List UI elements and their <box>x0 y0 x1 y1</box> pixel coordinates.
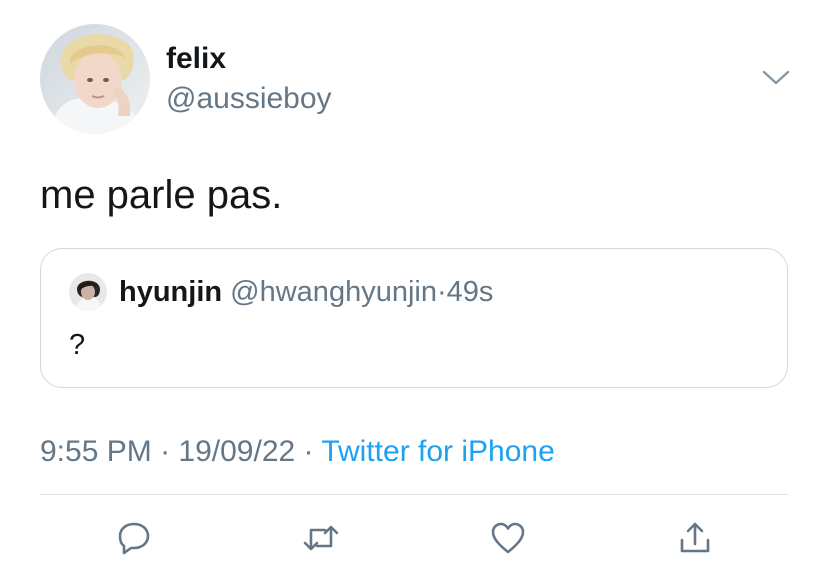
quoted-display-name: hyunjin <box>119 276 223 308</box>
tweet-time: 9:55 PM <box>40 435 152 468</box>
meta-separator-2: · <box>303 435 314 468</box>
quoted-tweet-text: ? <box>69 329 86 361</box>
tweet-date: 19/09/22 <box>178 435 296 468</box>
reply-button[interactable] <box>112 518 156 562</box>
quoted-separator: · <box>436 276 447 308</box>
share-button[interactable] <box>673 518 717 562</box>
chevron-down-icon[interactable] <box>756 62 796 92</box>
tweet-text: me parle pas. <box>40 173 283 217</box>
tweet-meta: 9:55 PM · 19/09/22 · Twitter for iPhone <box>40 433 555 471</box>
author-handle[interactable]: @aussieboy <box>166 80 332 118</box>
quoted-timestamp: 49s <box>446 276 494 308</box>
meta-separator: · <box>160 435 171 468</box>
quoted-header: hyunjin @hwanghyunjin·49s <box>119 274 493 310</box>
tweet-source-link[interactable]: Twitter for iPhone <box>321 435 554 468</box>
quoted-author-avatar <box>69 273 107 311</box>
divider <box>40 494 788 495</box>
author-display-name[interactable]: felix <box>166 40 226 78</box>
share-icon <box>675 518 715 563</box>
like-button[interactable] <box>486 518 530 562</box>
heart-icon <box>488 518 528 563</box>
tweet-card: felix @aussieboy me parle pas. hyunjin @… <box>0 0 828 584</box>
retweet-icon <box>299 518 343 563</box>
quoted-tweet[interactable]: hyunjin @hwanghyunjin·49s ? <box>40 248 788 388</box>
author-avatar[interactable] <box>40 24 150 134</box>
retweet-button[interactable] <box>299 518 343 562</box>
reply-icon <box>114 518 154 563</box>
quoted-handle: @hwanghyunjin <box>230 276 437 308</box>
